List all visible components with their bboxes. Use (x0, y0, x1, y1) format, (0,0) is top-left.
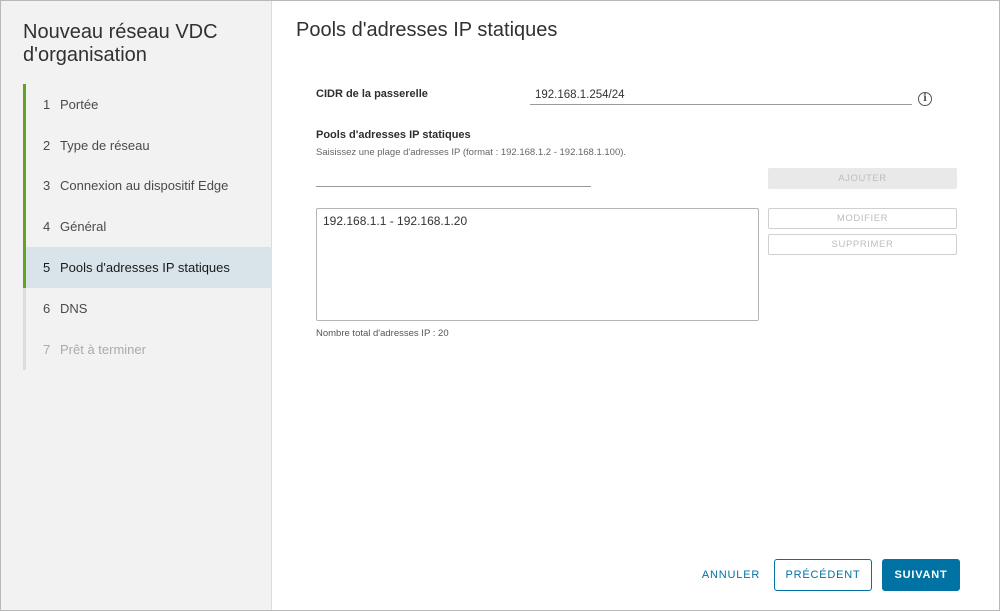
step-number: 3 (43, 178, 51, 194)
cidr-input[interactable] (530, 85, 912, 105)
wizard-title: Nouveau réseau VDC d'organisation (23, 21, 218, 66)
step-dns[interactable]: 6 DNS (23, 287, 272, 329)
cancel-button[interactable]: ANNULER (695, 559, 767, 591)
step-portee[interactable]: 1 Portée (23, 84, 272, 125)
total-ip-count: Nombre total d'adresses IP : 20 (316, 328, 449, 339)
step-label: Pools d'adresses IP statiques (60, 260, 230, 276)
edit-button[interactable]: MODIFIER (768, 208, 957, 229)
step-label: Type de réseau (60, 137, 150, 153)
add-button[interactable]: AJOUTER (768, 168, 957, 189)
wizard-steps: 1 Portée 2 Type de réseau 3 Connexion au… (23, 84, 272, 370)
step-number: 6 (43, 300, 51, 316)
step-connexion-edge[interactable]: 3 Connexion au dispositif Edge (23, 165, 272, 207)
pools-helper-text: Saisissez une plage d'adresses IP (forma… (316, 147, 627, 158)
step-type-de-reseau[interactable]: 2 Type de réseau (23, 124, 272, 166)
step-label: DNS (60, 300, 88, 316)
info-icon[interactable]: i (918, 92, 932, 106)
step-number: 2 (43, 137, 51, 153)
wizard-content: Pools d'adresses IP statiques CIDR de la… (273, 1, 999, 610)
cidr-label: CIDR de la passerelle (316, 88, 428, 100)
wizard-dialog: Nouveau réseau VDC d'organisation 1 Port… (0, 0, 1000, 611)
step-pret-a-terminer: 7 Prêt à terminer (23, 328, 272, 370)
step-pools-ip-statiques[interactable]: 5 Pools d'adresses IP statiques (23, 247, 272, 288)
step-label: Prêt à terminer (60, 341, 146, 357)
list-item[interactable]: 192.168.1.1 - 192.168.1.20 (323, 214, 752, 229)
ip-range-input[interactable] (316, 169, 591, 187)
step-number: 7 (43, 341, 51, 357)
step-number: 1 (43, 96, 51, 112)
pools-label: Pools d'adresses IP statiques (316, 129, 471, 141)
step-general[interactable]: 4 Général (23, 206, 272, 248)
step-number: 5 (43, 260, 51, 276)
wizard-sidebar: Nouveau réseau VDC d'organisation 1 Port… (1, 1, 272, 610)
step-number: 4 (43, 219, 51, 235)
page-title: Pools d'adresses IP statiques (296, 19, 558, 41)
step-label: Portée (60, 96, 99, 112)
next-button[interactable]: SUIVANT (882, 559, 960, 591)
delete-button[interactable]: SUPPRIMER (768, 234, 957, 255)
step-label: Connexion au dispositif Edge (60, 178, 229, 194)
previous-button[interactable]: PRÉCÉDENT (774, 559, 872, 591)
ip-pool-list[interactable]: 192.168.1.1 - 192.168.1.20 (316, 208, 759, 321)
step-label: Général (60, 219, 107, 235)
